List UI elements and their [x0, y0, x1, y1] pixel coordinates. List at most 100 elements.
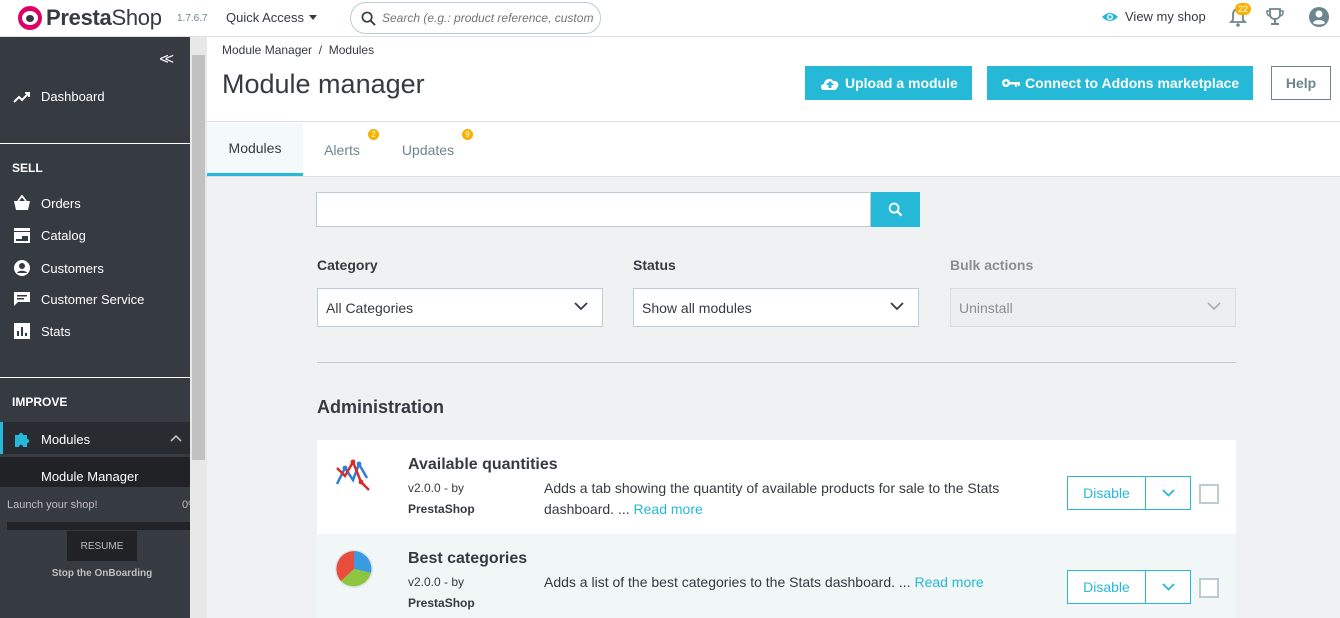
- chevron-down-icon: [890, 302, 904, 311]
- breadcrumb[interactable]: Module Manager / Modules: [222, 43, 374, 57]
- store-icon: [12, 227, 32, 243]
- logo-icon: [18, 6, 42, 30]
- module-description-text: Adds a tab showing the quantity of avail…: [544, 480, 1000, 517]
- module-name: Best categories: [408, 550, 528, 567]
- bulk-actions-label: Bulk actions: [950, 257, 1034, 273]
- status-select[interactable]: Show all modules: [633, 288, 919, 327]
- stop-onboarding-link[interactable]: Stop the OnBoarding: [0, 568, 204, 579]
- sidebar-item-catalog[interactable]: Catalog: [12, 227, 86, 243]
- header-search[interactable]: [350, 2, 601, 34]
- tab-updates[interactable]: Updates: [389, 123, 467, 176]
- collapse-sidebar-icon[interactable]: <<: [159, 51, 174, 69]
- page-header: Module Manager / Modules Module manager …: [207, 37, 1340, 177]
- cloud-upload-icon: [821, 78, 839, 90]
- category-filter-label: Category: [317, 257, 378, 273]
- sidebar-item-customer-service[interactable]: Customer Service: [12, 291, 144, 307]
- header-search-input[interactable]: [382, 11, 594, 25]
- module-select-checkbox[interactable]: [1199, 484, 1219, 504]
- sidebar-item-label: Catalog: [41, 227, 86, 243]
- module-action-group: Disable: [1067, 476, 1191, 510]
- sidebar-item-orders[interactable]: Orders: [12, 195, 81, 211]
- search-icon: [888, 202, 903, 217]
- account-circle-icon: [12, 259, 32, 277]
- pie-chart-icon: [335, 550, 373, 588]
- module-version: v2.0.0 - by: [408, 481, 465, 495]
- read-more-link[interactable]: Read more: [914, 574, 983, 590]
- module-description-text: Adds a list of the best categories to th…: [544, 574, 911, 590]
- alerts-count-badge: 2: [368, 129, 379, 140]
- sidebar-item-label: Dashboard: [41, 89, 105, 104]
- view-shop-link[interactable]: View my shop: [1101, 9, 1206, 24]
- category-select-value: All Categories: [326, 299, 414, 316]
- chevron-down-icon: [574, 302, 588, 311]
- disable-button[interactable]: Disable: [1068, 571, 1146, 603]
- module-author: PrestaShop: [408, 596, 475, 610]
- caret-down-icon: [309, 15, 318, 20]
- account-icon[interactable]: [1308, 6, 1330, 28]
- sidebar-divider: [0, 377, 190, 378]
- bar-chart-icon: [12, 323, 32, 339]
- tabs-divider: [207, 121, 1340, 122]
- sidebar-item-dashboard[interactable]: Dashboard: [12, 89, 105, 104]
- version-label: 1.7.6.7: [177, 13, 208, 24]
- status-select-value: Show all modules: [642, 299, 752, 316]
- bulk-actions-value: Uninstall: [959, 299, 1013, 316]
- quick-access-dropdown[interactable]: Quick Access: [226, 10, 318, 25]
- search-icon: [361, 11, 376, 26]
- module-search-button[interactable]: [871, 192, 920, 227]
- updates-count-badge: 9: [462, 129, 473, 140]
- section-improve: IMPROVE: [12, 395, 68, 409]
- sidebar-subitem-module-manager[interactable]: Module Manager: [0, 457, 190, 487]
- module-action-group: Disable: [1067, 570, 1191, 604]
- resume-button[interactable]: RESUME: [67, 531, 137, 561]
- top-header: PrestaShop 1.7.6.7 Quick Access View my …: [0, 0, 1340, 37]
- chevron-up-icon: [170, 434, 182, 442]
- disable-button[interactable]: Disable: [1068, 477, 1146, 509]
- module-select-checkbox[interactable]: [1199, 578, 1219, 598]
- category-select[interactable]: All Categories: [317, 288, 603, 327]
- eye-icon: [1102, 12, 1118, 21]
- modules-link: Modules: [12, 430, 90, 448]
- quick-access-label: Quick Access: [226, 10, 305, 25]
- tab-modules[interactable]: Modules: [207, 123, 303, 176]
- header-bottom-border: [207, 176, 1340, 177]
- read-more-link[interactable]: Read more: [634, 501, 703, 517]
- sidebar-scrollbar[interactable]: [190, 37, 207, 618]
- bulk-actions-select: Uninstall: [950, 288, 1236, 327]
- sidebar-item-label: Customers: [41, 260, 104, 276]
- sidebar: << Dashboard SELL Orders Catalog Custome…: [0, 37, 198, 618]
- module-description: Adds a list of the best categories to th…: [544, 572, 984, 593]
- upload-module-button[interactable]: Upload a module: [805, 66, 972, 100]
- sidebar-item-stats[interactable]: Stats: [12, 323, 71, 339]
- section-sell: SELL: [12, 161, 43, 175]
- module-name: Available quantities: [408, 456, 558, 473]
- filters-divider: [317, 362, 1236, 363]
- trophy-icon[interactable]: [1265, 6, 1285, 28]
- help-button[interactable]: Help: [1271, 66, 1331, 100]
- prestashop-logo[interactable]: PrestaShop: [18, 5, 162, 31]
- view-shop-label: View my shop: [1125, 9, 1206, 24]
- chat-icon: [12, 291, 32, 307]
- module-actions-dropdown[interactable]: [1146, 571, 1190, 603]
- scrollbar-thumb[interactable]: [192, 55, 205, 460]
- basket-icon: [12, 195, 32, 211]
- connect-addons-label: Connect to Addons marketplace: [1025, 75, 1240, 91]
- sidebar-item-customers[interactable]: Customers: [12, 259, 104, 277]
- sidebar-divider: [0, 143, 190, 144]
- sidebar-item-label: Stats: [41, 323, 71, 339]
- module-actions-dropdown[interactable]: [1146, 477, 1190, 509]
- sidebar-item-modules[interactable]: Modules: [0, 422, 190, 454]
- module-version: v2.0.0 - by: [408, 575, 465, 589]
- key-icon: [1002, 79, 1020, 87]
- connect-addons-button[interactable]: Connect to Addons marketplace: [987, 66, 1254, 100]
- sidebar-subitem-label: Module Manager: [41, 469, 139, 484]
- module-row: Available quantities v2.0.0 - by PrestaS…: [317, 440, 1236, 534]
- chevron-down-icon: [1207, 302, 1221, 311]
- trending-up-icon: [12, 91, 32, 103]
- module-search-input[interactable]: [317, 193, 870, 226]
- module-search-field[interactable]: [316, 192, 871, 227]
- tab-label: Updates: [401, 141, 455, 158]
- module-row: Best categories v2.0.0 - by PrestaShop A…: [317, 534, 1236, 618]
- tab-label: Modules: [228, 140, 282, 156]
- page-title: Module manager: [222, 69, 425, 99]
